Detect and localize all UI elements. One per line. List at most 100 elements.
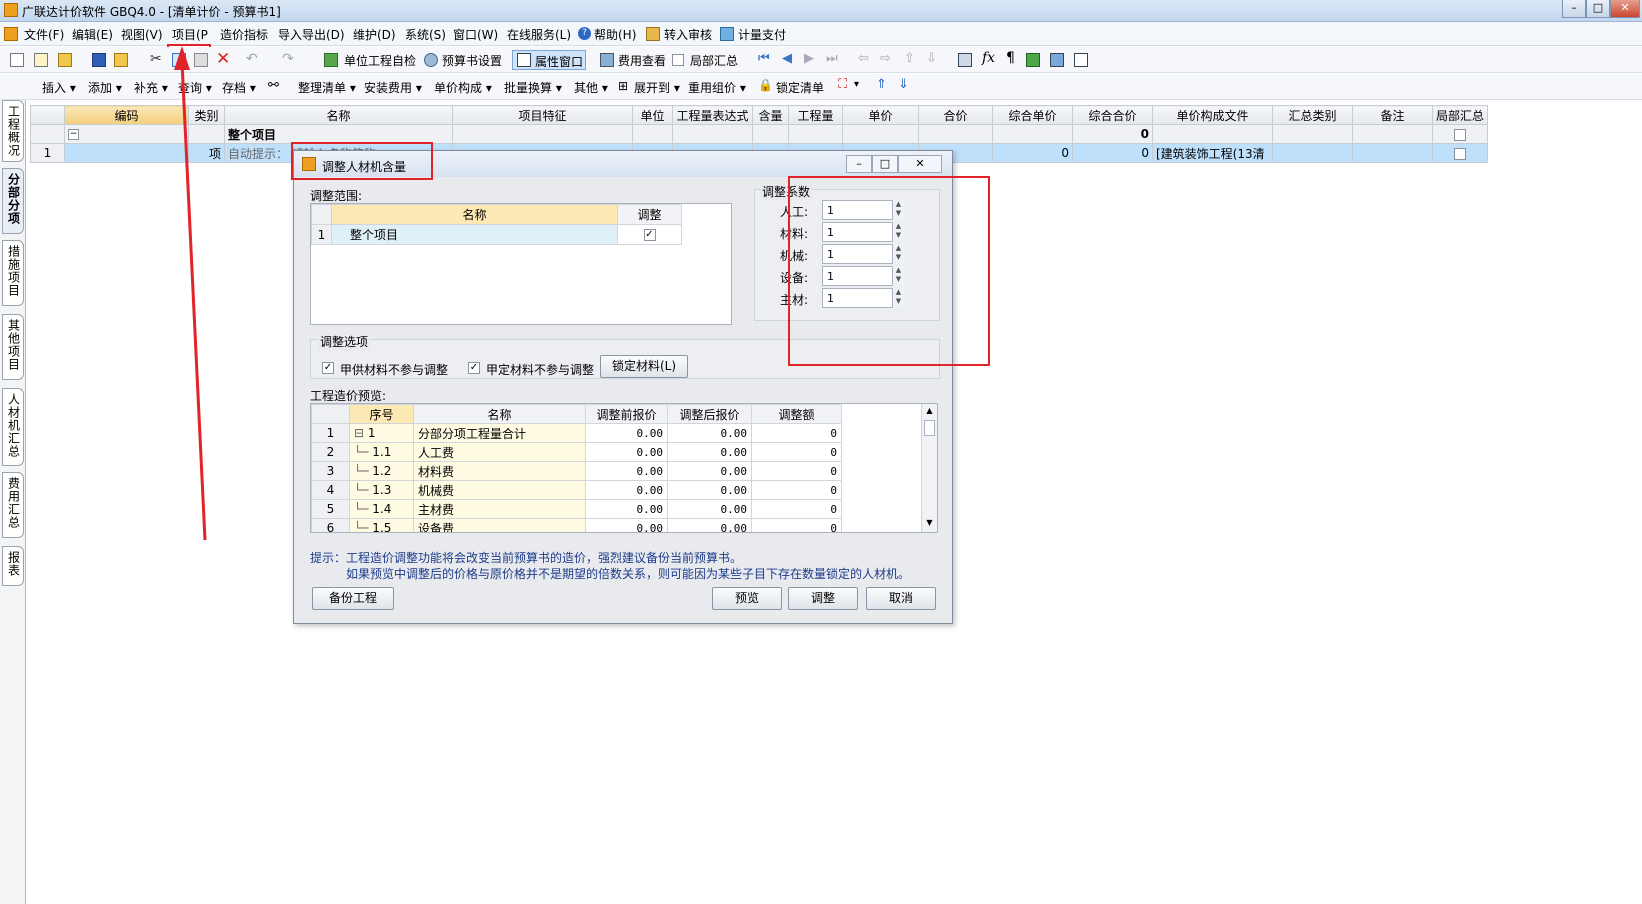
menu-view[interactable]: 视图(V) [121,26,163,43]
tab-labor-material-summary[interactable]: 人材机汇总 [2,388,24,466]
scroll-up-icon[interactable]: ▲ [922,404,937,418]
composite-total-cell[interactable]: 0 [1072,143,1153,163]
query-dropdown[interactable]: 查询 ▾ [178,79,212,96]
dialog-close-button[interactable]: ✕ [898,155,942,173]
tab-other-items[interactable]: 其他项目 [2,314,24,380]
col-code[interactable]: 编码 [64,105,189,125]
summary-category-cell[interactable] [1272,124,1353,144]
save-icon[interactable] [92,53,106,67]
lock-list-button[interactable]: 锁定清单 [776,79,824,96]
move-down-icon[interactable]: ⇩ [926,51,937,66]
col-unit-price[interactable]: 单价 [842,105,919,125]
new-file-icon[interactable] [10,53,24,67]
menu-help[interactable]: 帮助(H) [594,26,636,43]
quantity-cell[interactable] [788,124,843,144]
tab-sub-items[interactable]: 分部分项 [2,168,24,234]
paste-icon[interactable] [194,53,208,67]
preview-row[interactable]: 2 └─ 1.1 人工费 0.00 0.00 0 [311,442,842,462]
minimize-button[interactable]: – [1562,0,1586,18]
adjust-button[interactable]: 调整 [788,587,858,610]
composition-file-cell[interactable]: [建筑装饰工程(13清 [1152,143,1273,163]
paint-bucket-icon[interactable]: ⛶ [838,77,847,92]
move-right-icon[interactable]: ⇨ [880,51,891,66]
menu-file[interactable]: 文件(F) [24,26,64,43]
col-total-price[interactable]: 合价 [918,105,993,125]
lock-material-button[interactable]: 锁定材料(L) [600,355,688,378]
unit-cell[interactable] [632,124,673,144]
image-icon[interactable] [1050,53,1064,67]
partial-summary-checkbox[interactable] [672,54,684,66]
move-up-icon[interactable]: ⇧ [904,51,915,66]
type-cell[interactable] [188,124,225,144]
preview-row[interactable]: 4 └─ 1.3 机械费 0.00 0.00 0 [311,480,842,500]
col-quantity-expr[interactable]: 工程量表达式 [672,105,753,125]
code-cell[interactable] [64,143,189,163]
expand-to-dropdown[interactable]: 展开到 ▾ [634,79,680,96]
preview-row[interactable]: 3 └─ 1.2 材料费 0.00 0.00 0 [311,461,842,481]
organize-list-dropdown[interactable]: 整理清单 ▾ [298,79,356,96]
menu-cost-index[interactable]: 造价指标 [220,26,268,43]
dialog-maximize-button[interactable]: □ [872,155,898,173]
move-left-icon[interactable]: ⇦ [858,51,869,66]
formula-icon[interactable]: fx [982,50,995,66]
color-dropdown-icon[interactable]: ▾ [854,79,859,90]
col-composite-unit-price[interactable]: 综合单价 [992,105,1073,125]
preview-row[interactable]: 5 └─ 1.4 主材费 0.00 0.00 0 [311,499,842,519]
scope-row-name[interactable]: 整个项目 [331,224,618,245]
open-folder-icon[interactable] [58,53,72,67]
col-remarks[interactable]: 备注 [1352,105,1433,125]
col-price-composition-file[interactable]: 单价构成文件 [1152,105,1273,125]
delete-icon[interactable]: ✕ [216,49,230,69]
tab-measure-items[interactable]: 措施项目 [2,240,24,306]
preview-row[interactable]: 1 ⊟ 1 分部分项工程量合计 0.00 0.00 0 [311,423,842,443]
tab-reports[interactable]: 报表 [2,546,24,586]
menu-system[interactable]: 系统(S) [405,26,446,43]
backup-project-button[interactable]: 备份工程 [312,587,394,610]
total-price-cell[interactable] [918,124,993,144]
table-row[interactable]: − 整个项目 0 [30,124,1489,144]
exclude-owner-supplied-checkbox[interactable]: ✓ [322,362,334,374]
preview-row[interactable]: 6 └─ 1.5 设备费 0.00 0.00 0 [311,518,842,532]
scope-adjust-checkbox[interactable]: ✓ [643,229,656,241]
undo-icon[interactable]: ↶ [246,51,258,67]
col-features[interactable]: 项目特征 [452,105,633,125]
save-all-icon[interactable] [114,53,128,67]
content-cell[interactable] [752,124,789,144]
menu-project[interactable]: 项目(P [172,26,208,43]
name-cell[interactable]: 整个项目 [224,124,453,144]
fee-view-button[interactable]: 费用查看 [618,52,666,69]
other-dropdown[interactable]: 其他 ▾ [574,79,608,96]
collapse-icon[interactable]: − [68,129,79,140]
maximize-button[interactable]: □ [1586,0,1610,18]
redo-icon[interactable]: ↷ [282,51,294,67]
menu-edit[interactable]: 编辑(E) [72,26,113,43]
summary-category-cell[interactable] [1272,143,1353,163]
col-name[interactable]: 名称 [224,105,453,125]
col-quantity[interactable]: 工程量 [788,105,843,125]
remarks-cell[interactable] [1352,143,1433,163]
last-record-icon[interactable]: ⏭ [826,51,838,66]
install-fee-dropdown[interactable]: 安装费用 ▾ [364,79,422,96]
app-menu-icon[interactable] [4,27,18,41]
unit-price-composition-dropdown[interactable]: 单价构成 ▾ [434,79,492,96]
partial-summary-cell[interactable] [1431,143,1489,163]
menu-online-service[interactable]: 在线服务(L) [507,26,571,43]
tree-connector-icon[interactable]: ⊟ [354,426,368,440]
composition-file-cell[interactable] [1152,124,1273,144]
partial-summary-checkbox[interactable] [1454,147,1466,160]
cube-icon[interactable] [1026,53,1040,67]
col-unit[interactable]: 单位 [632,105,673,125]
partial-summary-checkbox[interactable] [1454,128,1466,141]
menu-maintenance[interactable]: 维护(D) [353,26,396,43]
add-dropdown[interactable]: 添加 ▾ [88,79,122,96]
composite-total-cell[interactable]: 0 [1072,124,1153,144]
list-icon[interactable] [1074,53,1088,67]
copy-icon[interactable] [172,53,186,67]
menu-measurement-payment[interactable]: 计量支付 [738,26,786,43]
calculator-icon[interactable] [958,53,972,67]
composite-unit-price-cell[interactable] [992,124,1073,144]
scroll-thumb[interactable] [924,420,935,436]
insert-dropdown[interactable]: 插入 ▾ [42,79,76,96]
sort-down-icon[interactable]: ⇓ [898,77,909,92]
col-composite-total[interactable]: 综合合价 [1072,105,1153,125]
